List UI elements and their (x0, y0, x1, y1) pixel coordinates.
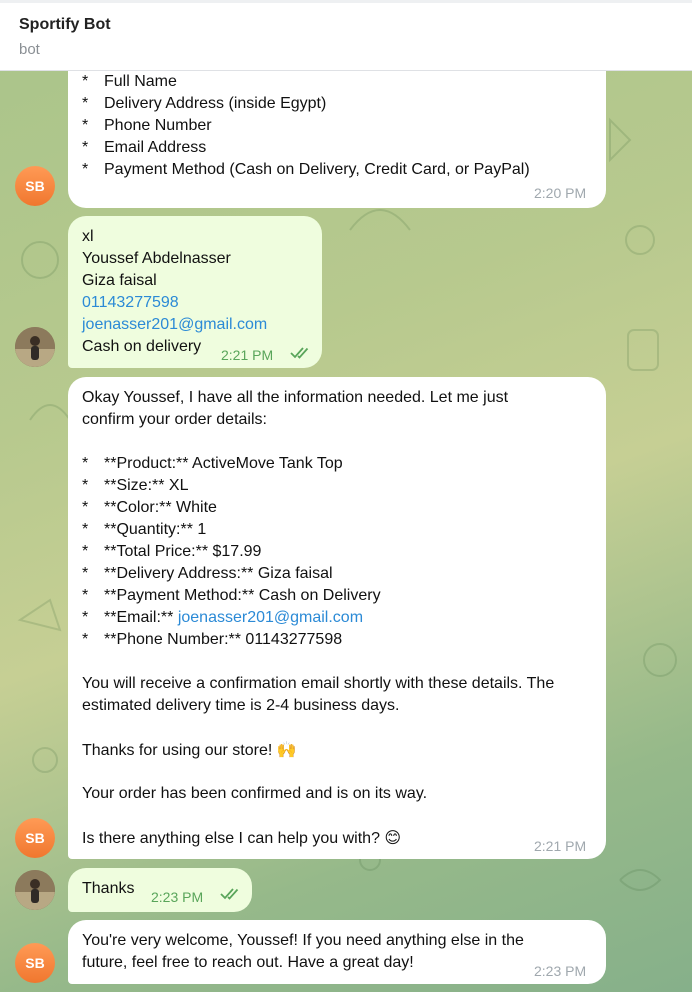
message-text: You're very welcome, Youssef! If you nee… (82, 932, 524, 949)
person-photo-icon (15, 327, 55, 367)
order-detail: **Quantity:** 1 (104, 521, 207, 538)
bullet: * (82, 455, 89, 472)
message-user-2[interactable]: Thanks 2:23 PM (68, 868, 252, 912)
message-text: You will receive a confirmation email sh… (82, 675, 555, 692)
message-bot-3[interactable]: You're very welcome, Youssef! If you nee… (68, 920, 606, 984)
customer-address: Giza faisal (82, 272, 157, 289)
bullet: * (82, 499, 89, 516)
message-text: confirm your order details: (82, 411, 267, 428)
order-detail: **Payment Method:** Cash on Delivery (104, 587, 381, 604)
bullet: * (82, 631, 89, 648)
message-text: future, feel free to reach out. Have a g… (82, 954, 414, 971)
list-item: Phone Number (104, 117, 212, 134)
bot-avatar[interactable]: SB (15, 943, 55, 983)
bullet: * (82, 609, 89, 626)
message-time: 2:23 PM (151, 889, 204, 905)
message-time: 2:20 PM (534, 185, 587, 201)
message-bot-1[interactable]: * Full Name * Delivery Address (inside Egy… (68, 58, 606, 208)
order-detail: **Size:** XL (104, 477, 189, 494)
bullet: * (82, 95, 89, 112)
bullet: * (82, 117, 89, 134)
bullet: * (82, 521, 89, 538)
person-photo-icon (15, 870, 55, 910)
bullet: * (82, 139, 89, 156)
user-avatar[interactable] (15, 870, 55, 910)
message-time: 2:23 PM (534, 963, 587, 979)
order-detail: **Delivery Address:** Giza faisal (104, 565, 333, 582)
bot-avatar[interactable]: SB (15, 166, 55, 206)
email-link[interactable]: joenasser201@gmail.com (82, 314, 267, 336)
order-size: xl (82, 228, 94, 245)
bullet: * (82, 543, 89, 560)
list-item: Delivery Address (inside Egypt) (104, 95, 327, 112)
order-detail: **Phone Number:** 01143277598 (104, 631, 343, 648)
message-user-1[interactable]: xl Youssef Abdelnasser Giza faisal 01143… (68, 216, 322, 368)
chat-title: Sportify Bot (19, 16, 111, 33)
bullet: * (82, 73, 89, 90)
order-detail: **Color:** White (104, 499, 217, 516)
message-text: Thanks (82, 880, 135, 897)
message-bot-2[interactable]: Okay Youssef, I have all the information… (68, 377, 606, 859)
chat-header[interactable]: Sportify Bot bot (0, 0, 692, 71)
order-detail: **Email:** (104, 609, 178, 626)
list-item: Email Address (104, 139, 207, 156)
message-text: estimated delivery time is 2-4 business … (82, 697, 400, 714)
order-detail: **Total Price:** $17.99 (104, 543, 262, 560)
message-text: Your order has been confirmed and is on … (82, 785, 428, 802)
smiling-face-emoji-icon: 😊 (384, 828, 402, 847)
bullet: * (82, 565, 89, 582)
list-item: Payment Method (Cash on Delivery, Credit… (104, 161, 530, 178)
double-check-icon (220, 888, 239, 900)
double-check-icon (290, 347, 309, 359)
message-time: 2:21 PM (534, 838, 587, 854)
message-text: Is there anything else I can help you wi… (82, 830, 385, 847)
message-time: 2:21 PM (221, 347, 274, 363)
customer-name: Youssef Abdelnasser (82, 250, 231, 267)
message-text: Thanks for using our store! (82, 742, 277, 759)
bot-avatar[interactable]: SB (15, 818, 55, 858)
list-item: Full Name (104, 73, 177, 90)
email-link[interactable]: joenasser201@gmail.com (178, 609, 363, 626)
chat-subtitle: bot (19, 41, 40, 58)
bullet: * (82, 477, 89, 494)
bullet: * (82, 587, 89, 604)
bullet: * (82, 161, 89, 178)
message-text: Okay Youssef, I have all the information… (82, 389, 509, 406)
raised-hands-emoji-icon: 🙌 (276, 740, 297, 759)
phone-link[interactable]: 01143277598 (82, 292, 267, 314)
order-detail: **Product:** ActiveMove Tank Top (104, 455, 343, 472)
user-avatar[interactable] (15, 327, 55, 367)
